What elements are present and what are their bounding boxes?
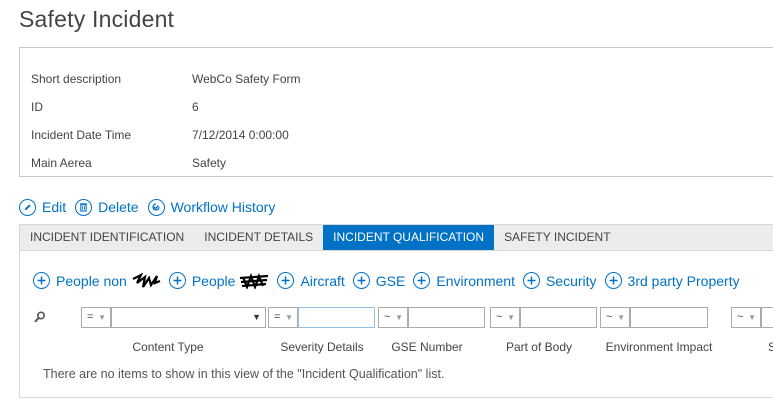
add-circle-icon [413, 272, 431, 289]
environment-impact-input[interactable] [630, 307, 708, 328]
tab-incident-identification[interactable]: INCIDENT IDENTIFICATION [20, 225, 194, 250]
operator-select[interactable]: ~ ▼ [490, 307, 520, 328]
property-value: WebCo Safety Form [192, 72, 301, 86]
property-label: Incident Date Time [31, 128, 132, 142]
column-header-part-of-body: Part of Body [505, 340, 573, 354]
add-security-label: Security [545, 272, 597, 289]
column-header-severity-details: Severity Details [280, 340, 364, 354]
add-aircraft-link[interactable]: Aircraft [277, 272, 345, 289]
tab-safety-incident[interactable]: SAFETY INCIDENT [494, 225, 620, 250]
item-actions-bar: Edit Delete Workflow History [19, 196, 284, 218]
operator-select[interactable]: = ▼ [81, 307, 111, 328]
add-circle-icon [604, 272, 622, 289]
column-header-security: S [768, 340, 773, 354]
add-circle-icon [522, 272, 540, 289]
column-header-environment-impact: Environment Impact [605, 340, 713, 354]
property-label: Main Aerea [31, 156, 92, 170]
property-label: ID [31, 100, 43, 114]
workflow-history-button[interactable]: Workflow History [147, 198, 276, 216]
property-value: 6 [192, 100, 199, 114]
edit-label: Edit [42, 199, 67, 215]
add-people-non-link[interactable]: People non [33, 272, 161, 289]
redaction-scribble [240, 272, 269, 289]
add-people-non-label: People non [56, 272, 127, 289]
add-links-row: People non People Aircraft GSE Environme… [33, 272, 748, 289]
add-people-link[interactable]: People [168, 272, 270, 289]
pencil-icon [19, 198, 36, 216]
column-header-content-type: Content Type [132, 340, 204, 354]
add-aircraft-label: Aircraft [300, 272, 345, 289]
operator-select[interactable]: ~ ▼ [378, 307, 408, 328]
add-security-link[interactable]: Security [522, 272, 597, 289]
add-people-label: People [191, 272, 236, 289]
tab-incident-details[interactable]: INCIDENT DETAILS [194, 225, 323, 250]
dropdown-arrow-icon: ▼ [252, 312, 261, 322]
column-header-gse-number: GSE Number [391, 340, 463, 354]
operator-select[interactable]: = ▼ [268, 307, 298, 328]
add-environment-label: Environment [436, 272, 515, 289]
empty-list-message: There are no items to show in this view … [43, 367, 445, 381]
delete-button[interactable]: Delete [75, 198, 139, 216]
property-label: Short description [31, 72, 122, 86]
page-title: Safety Incident [19, 6, 175, 32]
operator-select[interactable]: ~ ▼ [600, 307, 630, 328]
add-circle-icon [277, 272, 295, 289]
property-value: 7/12/2014 0:00:00 [192, 128, 289, 142]
add-3rd-party-property-label: 3rd party Property [627, 272, 740, 289]
properties-panel: Short description WebCo Safety Form ID 6… [19, 47, 773, 177]
operator-select[interactable]: ~ ▼ [731, 307, 761, 328]
workflow-icon [147, 198, 165, 216]
search-icon[interactable] [34, 311, 46, 323]
add-circle-icon [33, 272, 50, 289]
add-gse-link[interactable]: GSE [352, 272, 406, 289]
severity-details-input[interactable] [298, 307, 375, 328]
security-input[interactable] [761, 307, 773, 328]
property-value: Safety [192, 156, 227, 170]
add-gse-label: GSE [375, 272, 406, 289]
trash-icon [75, 198, 93, 216]
edit-button[interactable]: Edit [19, 198, 67, 216]
delete-label: Delete [98, 199, 139, 215]
part-of-body-input[interactable] [520, 307, 597, 328]
content-type-dropdown[interactable]: ▼ [111, 307, 266, 328]
add-circle-icon [168, 272, 186, 289]
add-environment-link[interactable]: Environment [413, 272, 515, 289]
add-circle-icon [352, 272, 370, 289]
gse-number-input[interactable] [408, 307, 485, 328]
add-3rd-party-property-link[interactable]: 3rd party Property [604, 272, 740, 289]
redaction-scribble [132, 272, 161, 288]
workflow-history-label: Workflow History [170, 199, 276, 215]
form-tabs: INCIDENT IDENTIFICATION INCIDENT DETAILS… [19, 224, 773, 251]
tab-incident-qualification[interactable]: INCIDENT QUALIFICATION [323, 225, 495, 250]
